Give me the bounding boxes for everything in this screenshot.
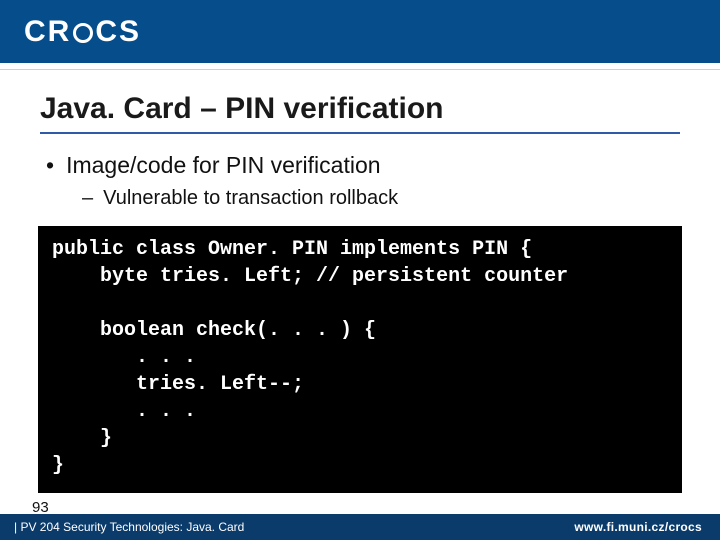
footer-course: | PV 204 Security Technologies: Java. Ca… bbox=[14, 520, 244, 534]
logo-text-right: CS bbox=[95, 15, 141, 49]
logo-ring-icon bbox=[73, 23, 93, 43]
footer-bar: | PV 204 Security Technologies: Java. Ca… bbox=[0, 514, 720, 540]
code-block: public class Owner. PIN implements PIN {… bbox=[38, 226, 682, 493]
slide-content: Java. Card – PIN verification Image/code… bbox=[0, 64, 720, 540]
footer-url: www.fi.muni.cz/crocs bbox=[574, 520, 702, 534]
bullet-level1: Image/code for PIN verification bbox=[46, 152, 680, 179]
header-bar: CR CS bbox=[0, 0, 720, 64]
slide: CR CS Java. Card – PIN verification Imag… bbox=[0, 0, 720, 540]
logo-text-left: CR bbox=[24, 15, 71, 49]
slide-title: Java. Card – PIN verification bbox=[40, 92, 680, 126]
title-underline bbox=[40, 132, 680, 134]
crocs-logo: CR CS bbox=[24, 15, 141, 49]
bullet-level2: Vulnerable to transaction rollback bbox=[82, 187, 680, 210]
